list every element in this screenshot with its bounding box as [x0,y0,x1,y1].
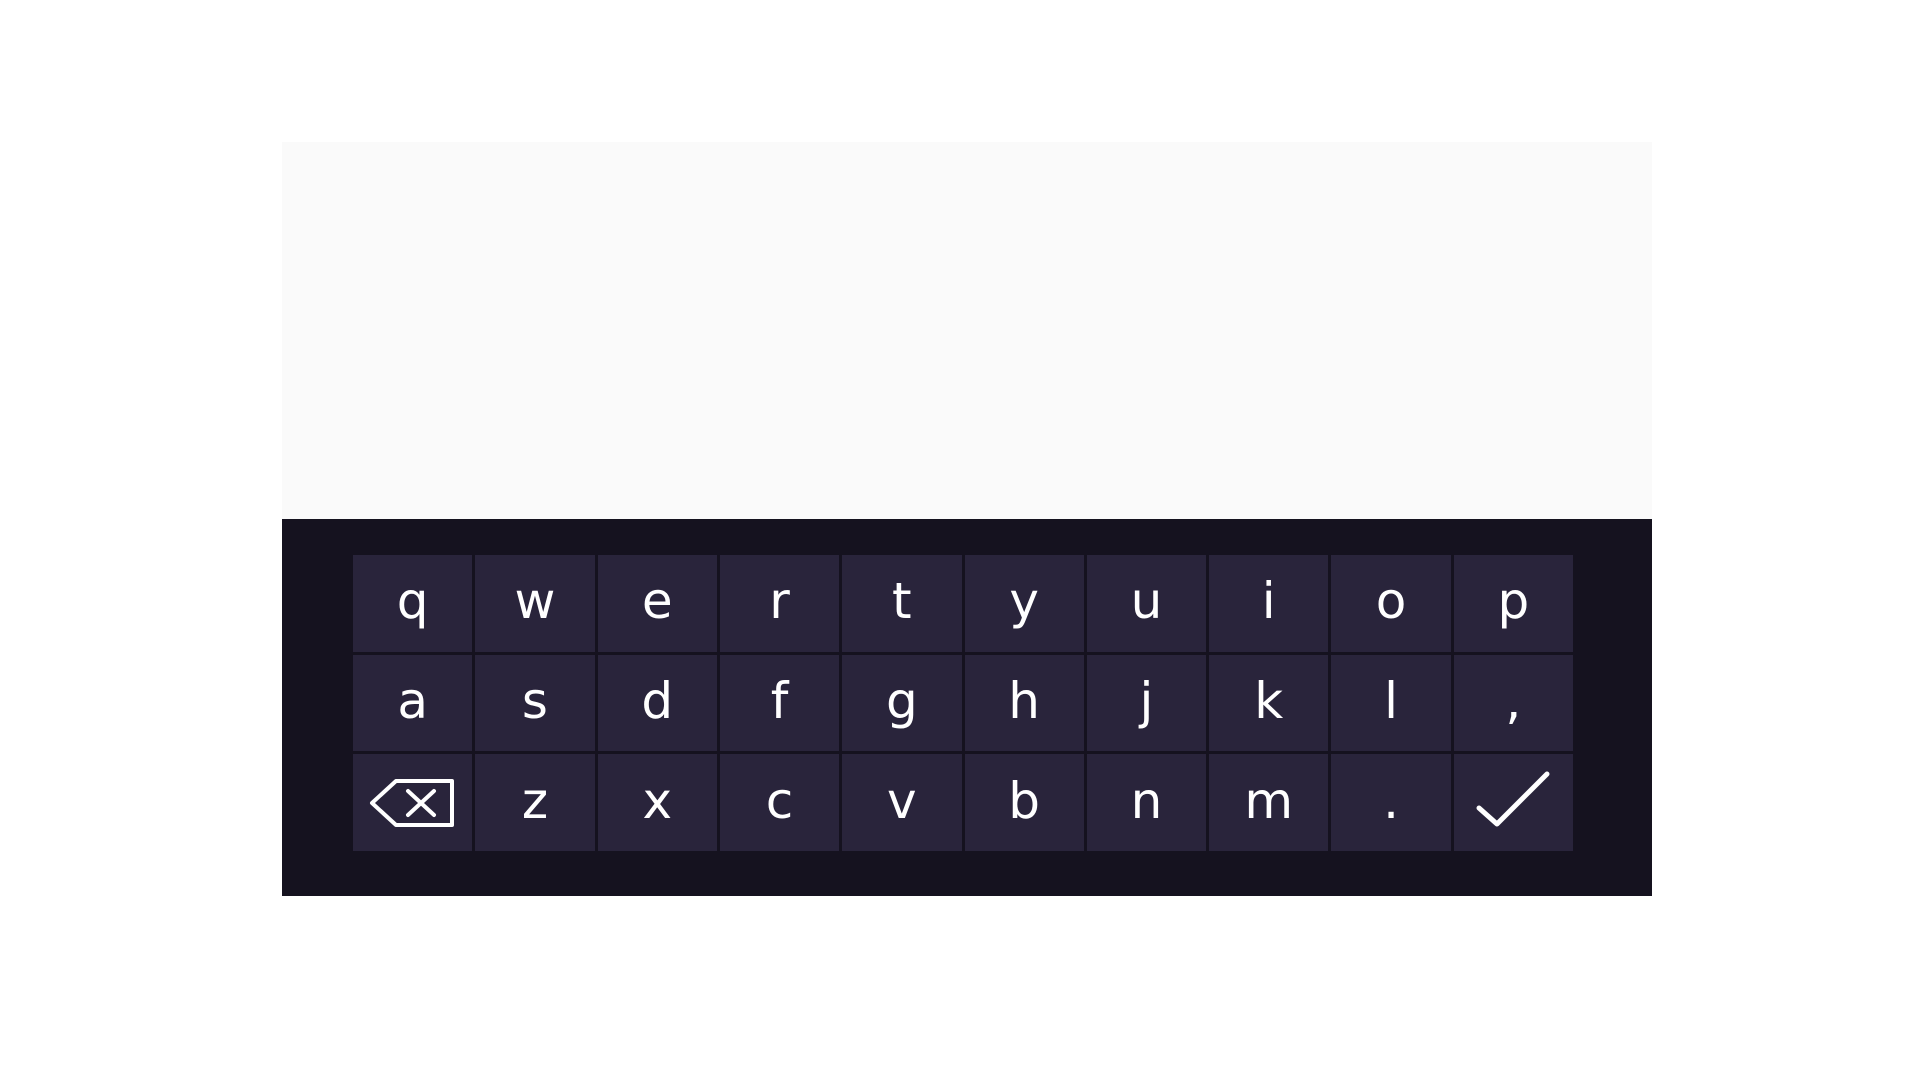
key-label: g [885,671,918,730]
key-label: q [396,572,429,631]
key-x[interactable]: x [597,754,717,851]
backspace-key[interactable] [353,754,473,851]
key-w[interactable]: w [475,555,595,652]
key-comma[interactable]: , [1453,654,1573,752]
key-label: r [769,572,790,631]
key-label: c [765,771,794,830]
key-label: l [1384,671,1398,730]
key-z[interactable]: z [475,754,595,851]
key-label: j [1139,671,1154,730]
key-h[interactable]: h [964,654,1084,752]
key-label: s [521,671,548,730]
key-label: t [892,572,912,631]
key-label: o [1375,572,1407,631]
key-o[interactable]: o [1331,555,1451,652]
key-f[interactable]: f [719,654,840,752]
key-l[interactable]: l [1331,654,1451,752]
key-label: , [1505,671,1522,730]
key-period[interactable]: . [1331,754,1451,851]
key-label: x [642,771,673,830]
key-b[interactable]: b [964,754,1084,851]
key-t[interactable]: t [842,555,962,652]
key-grid: q w e r t y u i o p a s d f g h j k l , [353,555,1573,851]
key-label: b [1008,771,1041,830]
enter-key[interactable] [1453,754,1573,851]
key-g[interactable]: g [842,654,962,752]
on-screen-keyboard: q w e r t y u i o p a s d f g h j k l , [282,519,1652,896]
key-label: w [514,572,556,631]
key-label: u [1130,572,1163,631]
key-p[interactable]: p [1453,555,1573,652]
app-frame: q w e r t y u i o p a s d f g h j k l , [282,142,1652,896]
key-v[interactable]: v [842,754,962,851]
key-label: k [1254,671,1284,730]
checkmark-icon [1476,771,1550,827]
key-label: a [397,671,428,730]
key-label: z [521,771,549,830]
key-label: d [641,671,674,730]
key-a[interactable]: a [353,654,473,752]
key-j[interactable]: j [1086,654,1207,752]
key-i[interactable]: i [1209,555,1329,652]
key-label: f [770,671,789,730]
key-r[interactable]: r [719,555,840,652]
key-label: . [1383,771,1399,830]
key-label: y [1009,572,1039,631]
key-label: m [1244,771,1294,830]
key-label: v [887,771,917,830]
key-c[interactable]: c [719,754,840,851]
key-label: i [1261,572,1276,631]
text-input-area[interactable] [282,142,1652,519]
key-y[interactable]: y [964,555,1084,652]
key-k[interactable]: k [1209,654,1329,752]
key-m[interactable]: m [1209,754,1329,851]
key-s[interactable]: s [475,654,595,752]
key-label: h [1008,671,1040,730]
key-d[interactable]: d [597,654,717,752]
key-e[interactable]: e [597,555,717,652]
key-label: e [641,572,673,631]
key-label: p [1497,572,1530,631]
key-u[interactable]: u [1086,555,1207,652]
backspace-icon [369,778,454,827]
key-n[interactable]: n [1086,754,1207,851]
key-label: n [1130,771,1163,830]
key-q[interactable]: q [353,555,473,652]
